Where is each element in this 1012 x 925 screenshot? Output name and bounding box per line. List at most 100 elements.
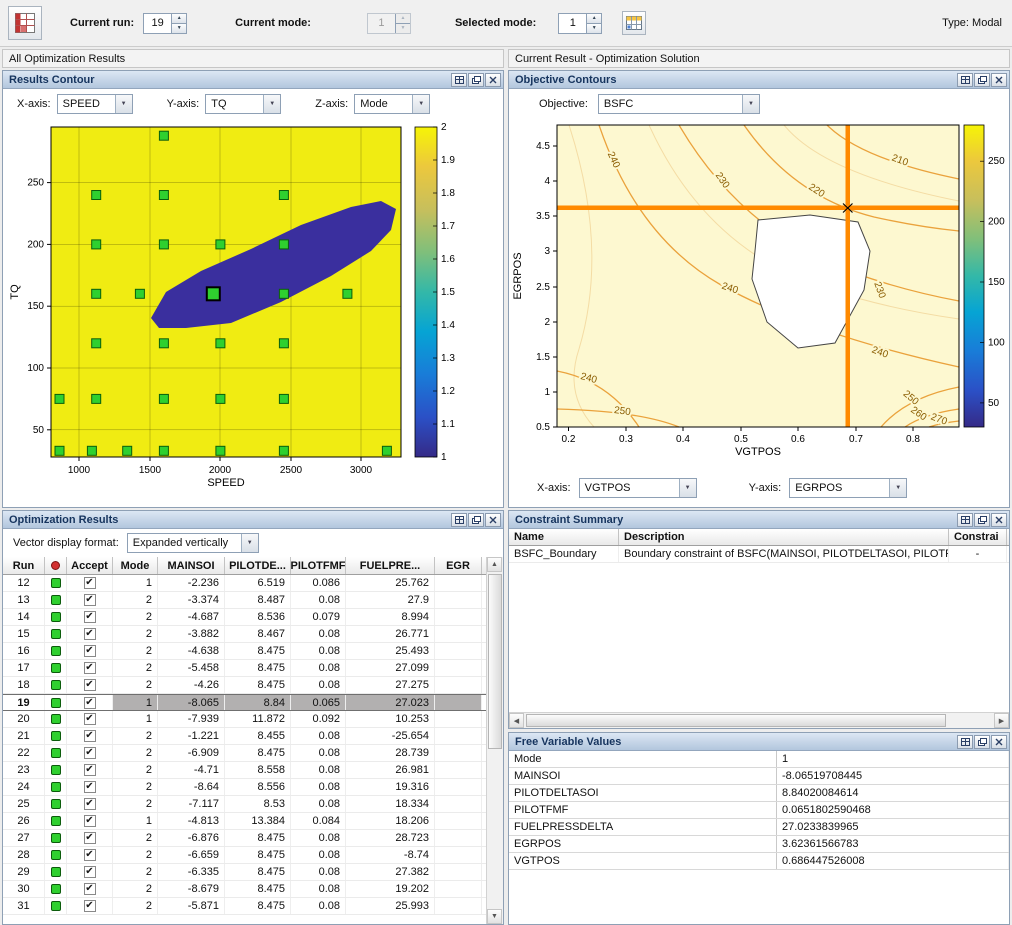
scrollbar-thumb[interactable] bbox=[526, 714, 946, 727]
table-row[interactable]: 19✔1-8.0658.840.06527.023 bbox=[3, 694, 503, 711]
table-row[interactable]: 25✔2-7.1178.530.0818.334 bbox=[3, 796, 503, 813]
scrollbar-thumb[interactable] bbox=[488, 574, 502, 749]
table-row[interactable]: 14✔2-4.6878.5360.0798.994 bbox=[3, 609, 503, 626]
z-axis-select[interactable]: Mode ▼ bbox=[354, 94, 430, 114]
accept-checkbox[interactable]: ✔ bbox=[84, 645, 96, 657]
table-row[interactable]: 31✔2-5.8718.4750.0825.993 bbox=[3, 898, 503, 915]
run-marker[interactable] bbox=[343, 289, 352, 298]
scroll-right-button[interactable]: ▶ bbox=[994, 713, 1009, 728]
app-icon[interactable] bbox=[8, 6, 42, 40]
column-header-MAINSOI[interactable]: MAINSOI bbox=[158, 557, 225, 574]
column-header-PILOTDE...[interactable]: PILOTDE... bbox=[225, 557, 291, 574]
table-row[interactable]: MAINSOI-8.06519708445 bbox=[509, 768, 1009, 785]
panel-undock-button[interactable] bbox=[468, 513, 484, 527]
panel-close-button[interactable] bbox=[991, 735, 1007, 749]
panel-undock-button[interactable] bbox=[974, 513, 990, 527]
panel-undock-button[interactable] bbox=[974, 73, 990, 87]
run-marker[interactable] bbox=[382, 446, 391, 455]
run-marker[interactable] bbox=[87, 446, 96, 455]
table-row[interactable]: PILOTFMF0.0651802590468 bbox=[509, 802, 1009, 819]
objective-contours-plot[interactable]: 2402302202102402302402502402502602700.20… bbox=[509, 119, 1009, 471]
run-marker[interactable] bbox=[159, 446, 168, 455]
accept-checkbox[interactable]: ✔ bbox=[84, 697, 96, 709]
accept-checkbox[interactable]: ✔ bbox=[84, 866, 96, 878]
spin-up-icon[interactable]: ▲ bbox=[587, 14, 601, 23]
run-marker[interactable] bbox=[216, 394, 225, 403]
table-row[interactable]: 20✔1-7.93911.8720.09210.253 bbox=[3, 711, 503, 728]
table-row[interactable]: 17✔2-5.4588.4750.0827.099 bbox=[3, 660, 503, 677]
column-header-accept-icon[interactable] bbox=[45, 557, 67, 574]
vector-display-select[interactable]: Expanded vertically ▼ bbox=[127, 533, 259, 553]
accept-checkbox[interactable]: ✔ bbox=[84, 781, 96, 793]
run-marker[interactable] bbox=[92, 240, 101, 249]
table-row[interactable]: Mode1 bbox=[509, 751, 1009, 768]
spin-up-icon[interactable]: ▲ bbox=[172, 14, 186, 23]
table-row[interactable]: VGTPOS0.686447526008 bbox=[509, 853, 1009, 870]
table-row[interactable]: 30✔2-8.6798.4750.0819.202 bbox=[3, 881, 503, 898]
table-row[interactable]: 16✔2-4.6388.4750.0825.493 bbox=[3, 643, 503, 660]
panel-close-button[interactable] bbox=[991, 73, 1007, 87]
accept-checkbox[interactable]: ✔ bbox=[84, 594, 96, 606]
table-row[interactable]: BSFC_BoundaryBoundary constraint of BSFC… bbox=[509, 546, 1009, 563]
run-marker[interactable] bbox=[216, 240, 225, 249]
panel-layout-button[interactable] bbox=[957, 513, 973, 527]
run-marker[interactable] bbox=[135, 289, 144, 298]
run-marker[interactable] bbox=[159, 394, 168, 403]
column-header-Mode[interactable]: Mode bbox=[113, 557, 158, 574]
run-marker[interactable] bbox=[92, 191, 101, 200]
scroll-left-button[interactable]: ◀ bbox=[509, 713, 524, 728]
y-axis-select[interactable]: TQ ▼ bbox=[205, 94, 281, 114]
accept-checkbox[interactable]: ✔ bbox=[84, 764, 96, 776]
accept-checkbox[interactable]: ✔ bbox=[84, 815, 96, 827]
current-run-spinner[interactable]: 19 ▲▼ bbox=[143, 13, 187, 34]
selected-run-marker[interactable] bbox=[207, 287, 220, 300]
scroll-down-button[interactable]: ▼ bbox=[487, 909, 502, 924]
current-run-value[interactable]: 19 bbox=[144, 14, 171, 33]
table-icon[interactable] bbox=[622, 11, 646, 35]
table-row[interactable]: 13✔2-3.3748.4870.0827.9 bbox=[3, 592, 503, 609]
run-marker[interactable] bbox=[92, 339, 101, 348]
table-row[interactable]: 15✔2-3.8828.4670.0826.771 bbox=[3, 626, 503, 643]
table-row[interactable]: 18✔2-4.268.4750.0827.275 bbox=[3, 677, 503, 694]
spin-down-icon[interactable]: ▼ bbox=[172, 23, 186, 33]
y-axis-select[interactable]: EGRPOS ▼ bbox=[789, 478, 907, 498]
column-header-FUELPRE...[interactable]: FUELPRE... bbox=[346, 557, 435, 574]
accept-checkbox[interactable]: ✔ bbox=[84, 730, 96, 742]
column-header-Run[interactable]: Run bbox=[3, 557, 45, 574]
accept-checkbox[interactable]: ✔ bbox=[84, 713, 96, 725]
accept-checkbox[interactable]: ✔ bbox=[84, 849, 96, 861]
table-row[interactable]: 24✔2-8.648.5560.0819.316 bbox=[3, 779, 503, 796]
column-header-PILOTFMF[interactable]: PILOTFMF bbox=[291, 557, 346, 574]
run-marker[interactable] bbox=[216, 339, 225, 348]
run-marker[interactable] bbox=[279, 240, 288, 249]
run-marker[interactable] bbox=[55, 446, 64, 455]
table-row[interactable]: FUELPRESSDELTA27.0233839965 bbox=[509, 819, 1009, 836]
panel-close-button[interactable] bbox=[485, 73, 501, 87]
column-header-EGR[interactable]: EGR bbox=[435, 557, 482, 574]
run-marker[interactable] bbox=[92, 394, 101, 403]
panel-undock-button[interactable] bbox=[974, 735, 990, 749]
column-header-Constrai[interactable]: Constrai bbox=[949, 529, 1007, 545]
table-row[interactable]: 29✔2-6.3358.4750.0827.382 bbox=[3, 864, 503, 881]
table-row[interactable]: 12✔1-2.2366.5190.08625.762 bbox=[3, 575, 503, 592]
run-marker[interactable] bbox=[279, 394, 288, 403]
run-marker[interactable] bbox=[159, 191, 168, 200]
horizontal-scrollbar[interactable]: ◀ ▶ bbox=[509, 712, 1009, 728]
panel-layout-button[interactable] bbox=[957, 73, 973, 87]
panel-layout-button[interactable] bbox=[451, 513, 467, 527]
selected-mode-spinner[interactable]: 1 ▲▼ bbox=[558, 13, 602, 34]
column-header-Name[interactable]: Name bbox=[509, 529, 619, 545]
x-axis-select[interactable]: VGTPOS ▼ bbox=[579, 478, 697, 498]
panel-close-button[interactable] bbox=[485, 513, 501, 527]
run-marker[interactable] bbox=[279, 191, 288, 200]
table-row[interactable]: EGRPOS3.62361566783 bbox=[509, 836, 1009, 853]
table-row[interactable]: 23✔2-4.718.5580.0826.981 bbox=[3, 762, 503, 779]
accept-checkbox[interactable]: ✔ bbox=[84, 577, 96, 589]
accept-checkbox[interactable]: ✔ bbox=[84, 747, 96, 759]
accept-checkbox[interactable]: ✔ bbox=[84, 798, 96, 810]
run-marker[interactable] bbox=[159, 339, 168, 348]
spin-down-icon[interactable]: ▼ bbox=[587, 23, 601, 33]
vertical-scrollbar[interactable]: ▲ ▼ bbox=[486, 557, 503, 924]
objective-select[interactable]: BSFC ▼ bbox=[598, 94, 760, 114]
table-row[interactable]: PILOTDELTASOI8.84020084614 bbox=[509, 785, 1009, 802]
